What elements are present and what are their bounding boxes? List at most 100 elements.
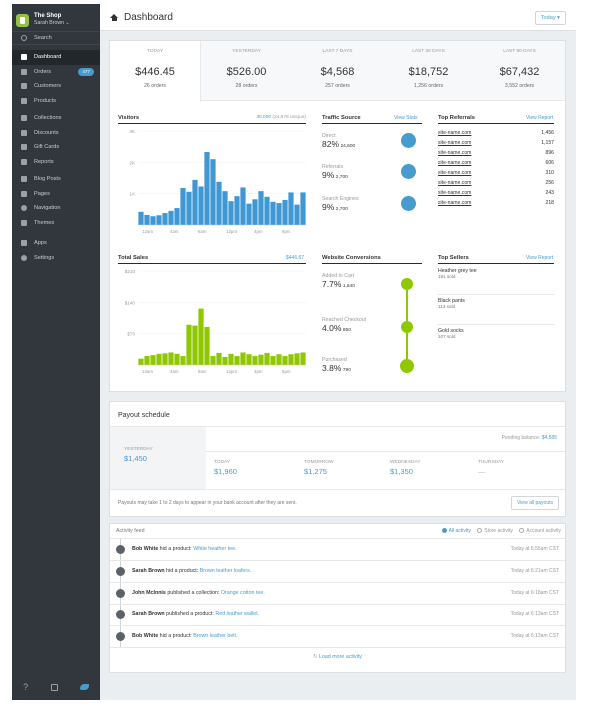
pages-icon bbox=[21, 190, 27, 197]
sidebar-item-settings[interactable]: Settings bbox=[12, 251, 100, 266]
sidebar-item-orders[interactable]: Orders 477 bbox=[12, 65, 100, 80]
activity-title: Activity feed bbox=[116, 528, 145, 534]
payout-note: Payouts may take 1 to 2 days to appear i… bbox=[118, 500, 297, 506]
activity-action: published a product: bbox=[164, 611, 216, 618]
stat-last-30-days[interactable]: LAST 30 DAYS $18,752 1,256 orders bbox=[383, 41, 474, 101]
sidebar-item-apps[interactable]: Apps bbox=[12, 236, 100, 251]
activity-target-link[interactable]: Orange cotton tee. bbox=[221, 590, 265, 596]
bar bbox=[198, 186, 204, 225]
radio-icon[interactable] bbox=[519, 528, 525, 533]
activity-user[interactable]: John McInnis bbox=[132, 590, 166, 596]
referral-row: site-name.com 606 bbox=[438, 160, 554, 170]
sidebar-item-navigation[interactable]: Navigation bbox=[12, 201, 100, 216]
sales-total: $446.67 bbox=[286, 255, 305, 261]
sidebar-search[interactable]: Search bbox=[12, 31, 100, 45]
conversion-pct: 4.0% bbox=[322, 323, 342, 333]
y-tick-label: 2K bbox=[129, 160, 136, 165]
x-tick-label: 8pm bbox=[282, 369, 291, 374]
activity-text: Sarah Brown published a product: Red lea… bbox=[132, 611, 259, 617]
filter-account-activity[interactable]: Account activity bbox=[526, 528, 561, 534]
view-stats-link[interactable]: View Stats bbox=[394, 115, 418, 121]
bar bbox=[240, 187, 246, 225]
sidebar-item-reports[interactable]: Reports bbox=[12, 155, 100, 170]
radio-icon[interactable] bbox=[477, 528, 483, 533]
view-sellers-report-link[interactable]: View Report bbox=[526, 255, 553, 261]
sidebar-item-blog-posts[interactable]: Blog Posts bbox=[12, 172, 100, 187]
conversions-title: Website Conversions bbox=[322, 255, 381, 261]
activity-target-link[interactable]: Brown leather loafers. bbox=[200, 568, 252, 574]
sidebar-item-dashboard[interactable]: Dashboard bbox=[12, 50, 100, 65]
notifications-icon[interactable] bbox=[79, 684, 89, 690]
referral-site-link[interactable]: site-name.com bbox=[438, 140, 471, 146]
referral-site-link[interactable]: site-name.com bbox=[438, 180, 471, 186]
referral-site-link[interactable]: site-name.com bbox=[438, 200, 471, 206]
filter-all-activity[interactable]: All activity bbox=[449, 528, 471, 534]
bar bbox=[210, 159, 216, 225]
activity-user[interactable]: Sarah Brown bbox=[132, 611, 165, 617]
page-header: Dashboard Today ▾ bbox=[100, 4, 576, 31]
stat-yesterday[interactable]: YESTERDAY $526.00 28 orders bbox=[201, 41, 292, 101]
shop-switcher[interactable]: The Shop Sarah Brown ⌄ bbox=[16, 8, 70, 32]
payout-panel: Payout schedule YESTERDAY $1,450 Pending … bbox=[109, 401, 566, 517]
payout-day-label: YESTERDAY bbox=[124, 447, 153, 452]
activity-row: Bob White hid a product: Brown leather b… bbox=[110, 626, 565, 648]
referral-count: 310 bbox=[545, 170, 555, 176]
sidebar-item-label: Collections bbox=[34, 115, 62, 122]
activity-user[interactable]: Bob White bbox=[132, 633, 158, 639]
traffic-count: 2,700 bbox=[335, 175, 348, 180]
bar bbox=[138, 211, 144, 225]
sidebar-item-discounts[interactable]: Discounts bbox=[12, 126, 100, 141]
referral-row: site-name.com 256 bbox=[438, 180, 554, 190]
stat-orders: 1,256 orders bbox=[413, 83, 444, 89]
divider bbox=[206, 451, 565, 452]
date-range-button[interactable]: Today ▾ bbox=[534, 11, 566, 25]
referral-site-link[interactable]: site-name.com bbox=[438, 160, 471, 166]
bar bbox=[168, 210, 174, 225]
bar bbox=[282, 199, 288, 225]
payout-grid: YESTERDAY $1,450 Pending balance: $4,585 … bbox=[110, 426, 565, 490]
filter-store-activity[interactable]: Store activity bbox=[484, 528, 513, 534]
x-tick-label: 4am bbox=[170, 229, 179, 234]
sidebar-item-products[interactable]: Products bbox=[12, 94, 100, 109]
activity-target-link[interactable]: Brown leather belt. bbox=[193, 633, 237, 639]
sidebar-item-gift-cards[interactable]: Gift Cards bbox=[12, 140, 100, 155]
help-icon[interactable]: ? bbox=[23, 682, 28, 692]
referral-site-link[interactable]: site-name.com bbox=[438, 170, 471, 176]
bar bbox=[276, 354, 282, 365]
product-hidden-icon bbox=[116, 544, 125, 554]
activity-user[interactable]: Sarah Brown bbox=[132, 568, 165, 574]
activity-target-link[interactable]: Red leather wallet. bbox=[215, 611, 259, 617]
view-all-payouts-button[interactable]: View all payouts bbox=[510, 496, 559, 510]
sidebar-footer: ? bbox=[12, 680, 100, 694]
storefront-icon[interactable] bbox=[50, 683, 58, 691]
load-more-activity-link[interactable]: ↻ Load more activity bbox=[110, 654, 565, 660]
sidebar-item-label: Discounts bbox=[34, 129, 59, 136]
conversion-pct: 3.8% bbox=[322, 363, 342, 373]
bar bbox=[222, 356, 228, 365]
view-referrals-report-link[interactable]: View Report bbox=[526, 115, 553, 121]
current-user: Sarah Brown ⌄ bbox=[34, 20, 70, 26]
sidebar-item-customers[interactable]: Customers bbox=[12, 79, 100, 94]
referral-site-link[interactable]: site-name.com bbox=[438, 150, 471, 156]
apps-icon bbox=[21, 240, 27, 247]
stat-last-90-days[interactable]: LAST 90 DAYS $67,432 3,552 orders bbox=[474, 41, 565, 101]
stat-last-7-days[interactable]: LAST 7 DAYS $4,568 257 orders bbox=[292, 41, 383, 101]
conversion-row-purchased: Purchased 3.8% 790 bbox=[322, 357, 351, 373]
activity-time: Today at 6:13am CST bbox=[510, 633, 559, 640]
radio-icon[interactable] bbox=[441, 528, 447, 533]
conversion-pct: 7.7% bbox=[322, 279, 342, 289]
sidebar-item-pages[interactable]: Pages bbox=[12, 187, 100, 202]
activity-user[interactable]: Bob White bbox=[132, 546, 158, 552]
referral-site-link[interactable]: site-name.com bbox=[438, 190, 471, 196]
sidebar-item-collections[interactable]: Collections bbox=[12, 111, 100, 126]
referral-site-link[interactable]: site-name.com bbox=[438, 130, 471, 136]
payout-yesterday: YESTERDAY $1,450 bbox=[124, 447, 153, 463]
sidebar-item-themes[interactable]: Themes bbox=[12, 216, 100, 231]
stat-today[interactable]: TODAY $446.45 26 orders bbox=[110, 41, 201, 102]
activity-text: John McInnis published a collection: Ora… bbox=[132, 590, 265, 596]
bar bbox=[150, 216, 156, 225]
activity-target-link[interactable]: White heather tee. bbox=[193, 546, 236, 552]
sidebar-nav-catalog: Collections Discounts Gift Cards Reports bbox=[12, 111, 100, 169]
stat-orders: 26 orders bbox=[144, 83, 166, 89]
sidebar: The Shop Sarah Brown ⌄ Search Dashboard … bbox=[12, 4, 100, 700]
